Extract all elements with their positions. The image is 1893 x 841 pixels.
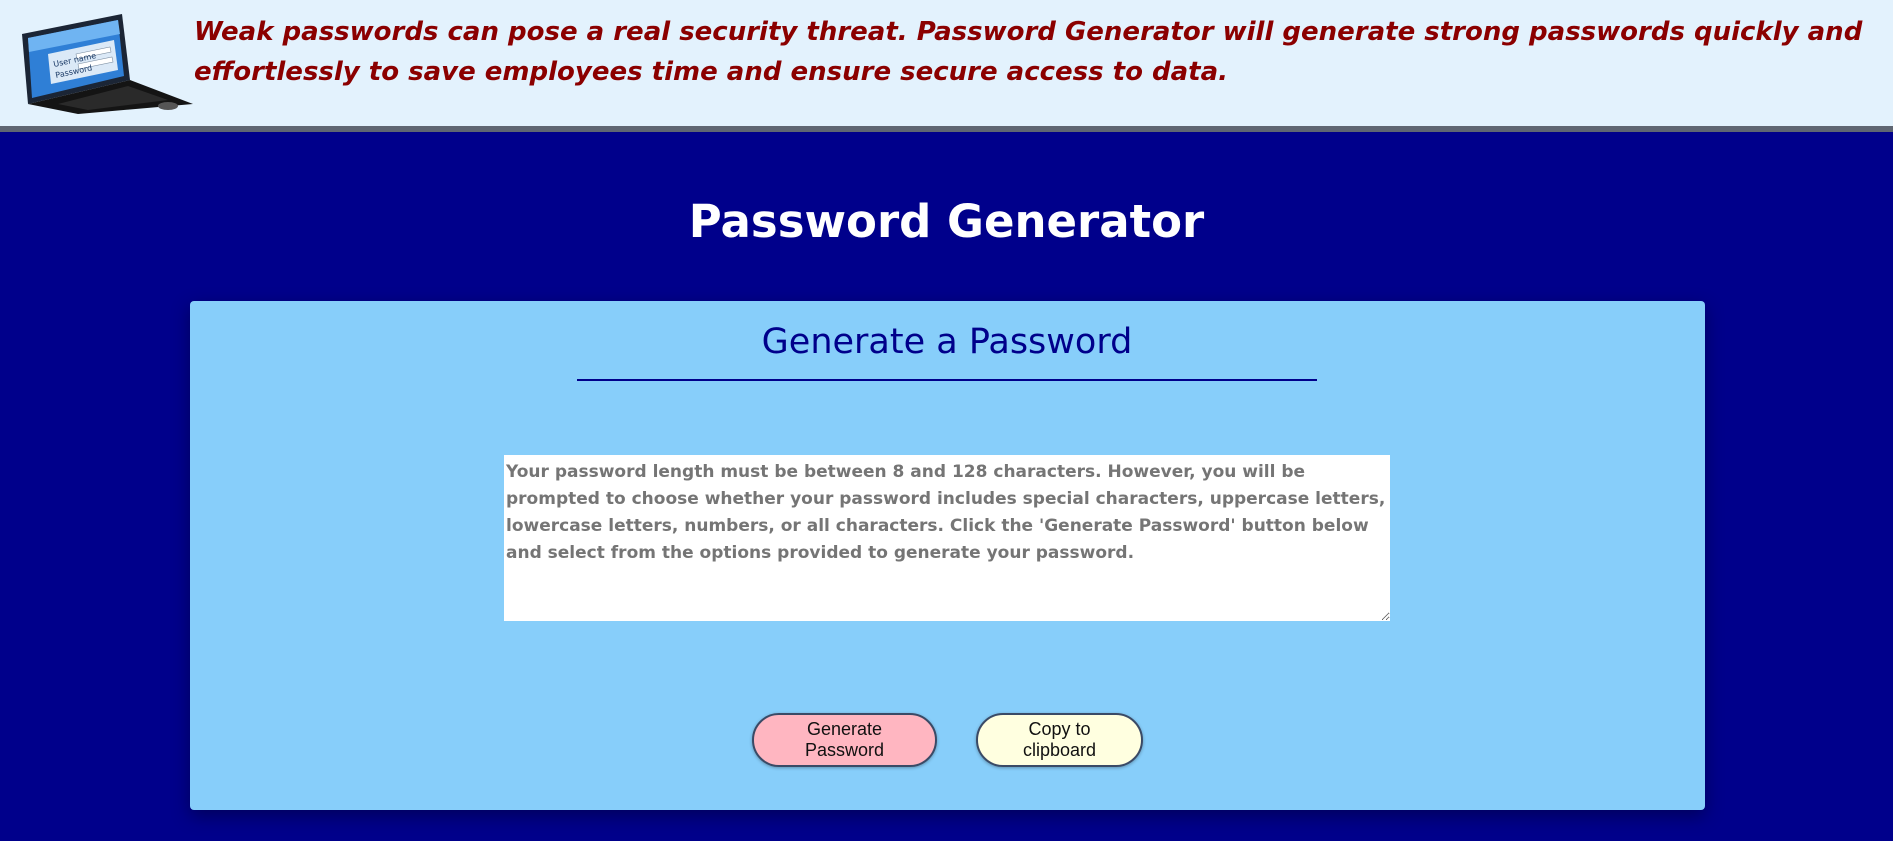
copy-to-clipboard-button[interactable]: Copy to clipboard (976, 713, 1143, 767)
laptop-login-icon: User name Password (22, 14, 193, 114)
generate-password-button[interactable]: Generate Password (752, 713, 937, 767)
generator-card: Generate a Password Generate Password Co… (190, 301, 1705, 810)
card-title: Generate a Password (761, 322, 1133, 362)
password-output-field[interactable] (504, 455, 1390, 621)
banner: User name Password Weak passwords can po… (0, 0, 1893, 132)
card-header: Generate a Password (577, 317, 1317, 381)
page-title: Password Generator (688, 195, 1205, 248)
banner-message: Weak passwords can pose a real security … (194, 17, 1863, 87)
